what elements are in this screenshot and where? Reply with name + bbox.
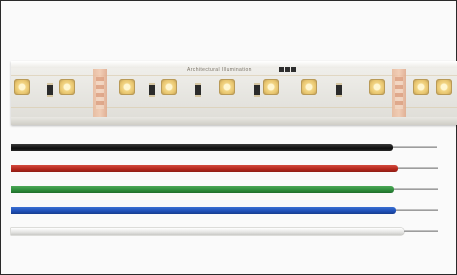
green-wire: [11, 186, 438, 193]
blue-wire: [11, 207, 438, 214]
led-chip: [369, 79, 385, 95]
wire-tip: [393, 146, 437, 148]
led-chip: [436, 79, 452, 95]
led-chip: [219, 79, 235, 95]
white-wire: [11, 228, 438, 235]
led-chip: [413, 79, 429, 95]
led-chip: [14, 79, 30, 95]
logo-mark: [279, 67, 296, 72]
led-chip: [119, 79, 135, 95]
led-chip: [301, 79, 317, 95]
resistor: [336, 83, 342, 97]
resistor: [149, 83, 155, 97]
resistor: [47, 83, 53, 97]
resistor: [195, 83, 201, 97]
strip-print-text: Architectural Illumination: [187, 67, 252, 73]
wire-tip: [394, 188, 438, 190]
led-chip: [263, 79, 279, 95]
product-photo-frame: Architectural Illumination: [0, 0, 457, 275]
red-wire: [11, 165, 438, 172]
wire-tip: [398, 167, 438, 169]
led-strip: Architectural Illumination: [11, 61, 457, 125]
led-chip: [59, 79, 75, 95]
solder-pad: [392, 69, 406, 117]
solder-pad: [93, 69, 107, 117]
resistor: [254, 83, 260, 97]
wire-tip: [404, 230, 438, 232]
wire-tip: [396, 209, 438, 211]
black-wire: [11, 144, 437, 151]
led-chip: [161, 79, 177, 95]
